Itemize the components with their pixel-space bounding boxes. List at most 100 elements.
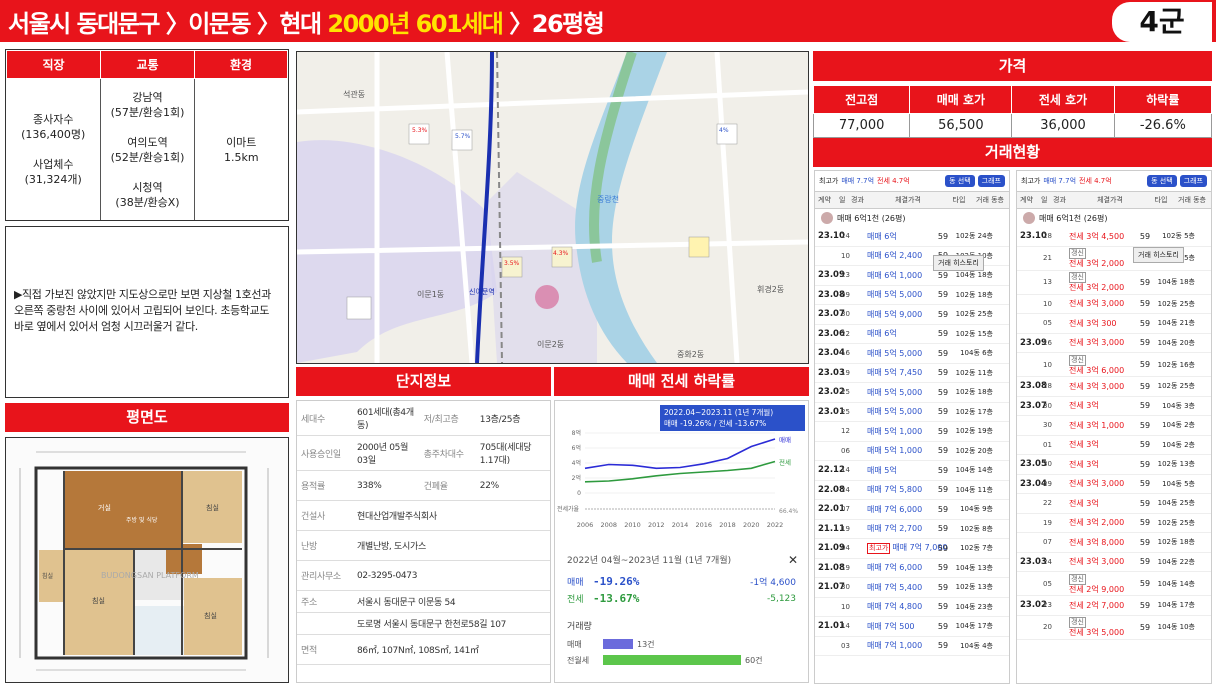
map-marker-3[interactable]: 4.3% xyxy=(553,250,569,257)
complex-key: 용적률 xyxy=(297,470,353,501)
complex-row: 건설사 현대산업개발주식회사 xyxy=(297,500,550,531)
trade-day: 24 xyxy=(1043,557,1052,566)
trade-type: 59 xyxy=(1139,360,1151,369)
trade-row[interactable]: 21.07 30 매매 7억 5,400 59 102동 13층 xyxy=(815,578,1009,598)
trade-row[interactable]: 03 매매 7억 1,000 59 104동 4층 xyxy=(815,637,1009,656)
trade-dong-floor: 104동 10층 xyxy=(1157,623,1195,631)
trade-row[interactable]: 01 전세 3억 59 104동 2층 xyxy=(1017,436,1211,455)
trade-row[interactable]: 22 전세 3억 59 104동 25층 xyxy=(1017,494,1211,514)
trade-row[interactable]: 23.09 16 전세 3억 3,000 59 104동 20층 xyxy=(1017,334,1211,353)
trade-row[interactable]: 23.06 22 매매 6억 59 102동 15층 xyxy=(815,325,1009,344)
trade-panel-buy[interactable]: 최고가 매매 7.7억 전세 4.7억 동 선택 그래프 계약 일 경과 체결가… xyxy=(814,170,1010,684)
trade-dong-floor: 102동 18층 xyxy=(955,290,993,299)
series-label-0: 매매 xyxy=(779,436,791,444)
trade-dong-floor: 104동 21층 xyxy=(1157,319,1195,328)
trade-row[interactable]: 12 매매 5억 1,000 59 102동 19층 xyxy=(815,422,1009,442)
trade-row[interactable]: 23.04 16 매매 5억 5,000 59 104동 6층 xyxy=(815,344,1009,364)
complex-row: 용적률 338% 건폐율 22% xyxy=(297,470,550,501)
trade-row[interactable]: 22.01 07 매매 7억 6,000 59 104동 9층 xyxy=(815,500,1009,520)
trade-type: 59 xyxy=(1139,498,1151,508)
trade-row[interactable]: 23.10 28 전세 3억 4,500 59 102동 5층 xyxy=(1017,227,1211,247)
trade-row[interactable]: 23.02 25 매매 5억 5,000 59 102동 18층 xyxy=(815,383,1009,403)
trade-row[interactable]: 22.12 14 매매 5억 59 104동 14층 xyxy=(815,461,1009,481)
map-marker-2[interactable]: 4% xyxy=(719,127,729,134)
trade-day: 29 xyxy=(1043,479,1052,488)
trade-price: 매매 5억 5,000 xyxy=(861,348,931,359)
col-nature: 환경 xyxy=(194,50,288,79)
trade-row[interactable]: 13 갱신 전세 3억 2,000 59 104동 18층 xyxy=(1017,271,1211,295)
trade-row[interactable]: 23.04 29 전세 3억 3,000 59 104동 5층 xyxy=(1017,475,1211,494)
trade-month: 22.01 xyxy=(818,504,845,515)
trade-row[interactable]: 21.01 14 매매 7억 500 59 104동 17층 xyxy=(815,617,1009,637)
trade-price: 매매 7억 6,000 xyxy=(861,504,931,515)
close-icon[interactable]: ✕ xyxy=(788,553,798,567)
trade-price-text: 전세 3억 3,000 xyxy=(1069,338,1125,348)
dong-select-button-2[interactable]: 동 선택 xyxy=(1147,175,1177,187)
trade-row[interactable]: 23.02 23 전세 2억 7,000 59 104동 17층 xyxy=(1017,596,1211,616)
trade-row[interactable]: 23.03 19 매매 5억 7,450 59 102동 11층 xyxy=(815,364,1009,383)
trade-dong-floor: 104동 23층 xyxy=(955,602,993,611)
complex-value: 도로명 서울시 동대문구 한천로58길 107 xyxy=(353,612,550,635)
trade-row[interactable]: 19 전세 3억 2,000 59 102동 25층 xyxy=(1017,514,1211,533)
volume-row: 전월세 60건 xyxy=(567,652,796,668)
trade-day: 30 xyxy=(841,583,850,592)
map-marker-4[interactable]: 3.5% xyxy=(504,260,520,267)
y-tick-label: 2억 xyxy=(572,474,581,482)
trade-price: 매매 7억 500 xyxy=(861,621,931,632)
trade-row[interactable]: 23.10 24 매매 6억 59 102동 24층 xyxy=(815,227,1009,247)
trade-type: 59 xyxy=(937,368,949,378)
complex-info: 세대수 601세대(총4개동) 저/최고층 13층/25층 사용승인일 2000년 05월… xyxy=(296,400,551,683)
trade-dong-floor: 104동 18층 xyxy=(1157,278,1195,286)
trade-row[interactable]: 30 전세 3억 1,000 59 104동 2층 xyxy=(1017,416,1211,436)
graph-button[interactable]: 그래프 xyxy=(977,175,1005,187)
trade-row[interactable]: 23.08 28 전세 3억 3,000 59 102동 25층 xyxy=(1017,377,1211,397)
trade-dong-floor: 102동 15층 xyxy=(955,329,993,338)
complex-value: 13층/25층 xyxy=(475,401,550,436)
map-marker-1[interactable]: 5.7% xyxy=(455,133,471,140)
trade-price-text: 전세 3억 1,000 xyxy=(1069,420,1125,430)
trade-row[interactable]: 23.03 24 전세 3억 3,000 59 104동 22층 xyxy=(1017,553,1211,572)
trade-day: 05 xyxy=(1043,579,1052,588)
trade-row[interactable]: 07 전세 3억 8,000 59 102동 18층 xyxy=(1017,533,1211,553)
trade-row[interactable]: 05 갱신 전세 2억 9,000 59 104동 14층 xyxy=(1017,572,1211,596)
trade-col-header-2: 계약 일 경과 체결가격 타입 거래 동층 xyxy=(1017,191,1211,209)
complex-key: 건폐율 xyxy=(419,470,476,501)
complex-row: 세대수 601세대(총4개동) 저/최고층 13층/25층 xyxy=(297,401,550,436)
environment-table: 직장 교통 환경 종사자수 (136,400명) 사업체수 (31,324개) 강남역 (5… xyxy=(5,49,289,221)
x-tick-label: 2006 xyxy=(577,521,594,529)
trade-price: 갱신 전세 3억 6,000 xyxy=(1063,354,1133,375)
col-dong-floor: 거래 동층 xyxy=(976,196,1004,204)
trade-price: 전세 3억 xyxy=(1063,498,1133,509)
graph-button-2[interactable]: 그래프 xyxy=(1179,175,1207,187)
trade-row[interactable]: 22.08 24 매매 7억 5,800 59 104동 11층 xyxy=(815,481,1009,500)
trade-row[interactable]: 23.08 09 매매 5억 5,000 59 102동 18층 xyxy=(815,286,1009,305)
trade-row[interactable]: 23.07 30 전세 3억 59 104동 3층 xyxy=(1017,397,1211,416)
trade-panel-rent[interactable]: 최고가 매매 7.7억 전세 4.7억 동 선택 그래프 계약 일 경과 체결가… xyxy=(1016,170,1212,684)
trade-type: 59 xyxy=(937,621,949,631)
trade-row[interactable]: 21.11 19 매매 7억 2,700 59 102동 8층 xyxy=(815,520,1009,539)
trade-row[interactable]: 10 전세 3억 3,000 59 102동 25층 xyxy=(1017,295,1211,314)
trade-price-text: 전세 3억 2,000 xyxy=(1069,283,1125,292)
trade-price: 매매 5억 5,000 xyxy=(861,406,931,417)
trade-row[interactable]: 20 갱신 전세 3억 5,000 59 104동 10층 xyxy=(1017,616,1211,640)
trade-dong-floor: 104동 13층 xyxy=(955,563,993,572)
trade-row[interactable]: 10 갱신 전세 3억 6,000 59 102동 16층 xyxy=(1017,353,1211,377)
banner-pct: 매매 -19.26% / 전세 -13.67% xyxy=(664,419,767,428)
map-canvas[interactable]: 석관동 이문1동 이문2동 휘경2동 중화2동 중랑천 신이문역 5.3% 5.… xyxy=(297,52,808,363)
trade-dong-floor: 102동 18층 xyxy=(1157,538,1195,547)
trade-row[interactable]: 05 전세 3억 300 59 104동 21층 xyxy=(1017,314,1211,334)
trade-row[interactable]: 21.09 04 최고가 매매 7억 7,000 59 102동 7층 xyxy=(815,539,1009,559)
trade-type: 59 xyxy=(937,426,949,436)
trade-price: 전세 3억 3,000 xyxy=(1063,381,1133,392)
trade-row[interactable]: 23.07 30 매매 5억 9,000 59 102동 25층 xyxy=(815,305,1009,325)
trade-price: 매매 7억 2,700 xyxy=(861,523,931,534)
trade-row[interactable]: 06 매매 5억 1,000 59 102동 20층 xyxy=(815,442,1009,461)
dong-select-button[interactable]: 동 선택 xyxy=(945,175,975,187)
trade-row[interactable]: 21.08 19 매매 7억 6,000 59 104동 13층 xyxy=(815,559,1009,578)
history-tooltip: 거래 히스토리 xyxy=(933,255,984,271)
map-view[interactable]: 석관동 이문1동 이문2동 휘경2동 중화2동 중랑천 신이문역 5.3% 5.… xyxy=(296,51,809,364)
map-marker-0[interactable]: 5.3% xyxy=(412,127,428,134)
trade-row[interactable]: 23.05 30 전세 3억 59 102동 13층 xyxy=(1017,455,1211,475)
trade-row[interactable]: 10 매매 7억 4,800 59 104동 23층 xyxy=(815,598,1009,617)
trade-row[interactable]: 23.01 25 매매 5억 5,000 59 102동 17층 xyxy=(815,403,1009,422)
